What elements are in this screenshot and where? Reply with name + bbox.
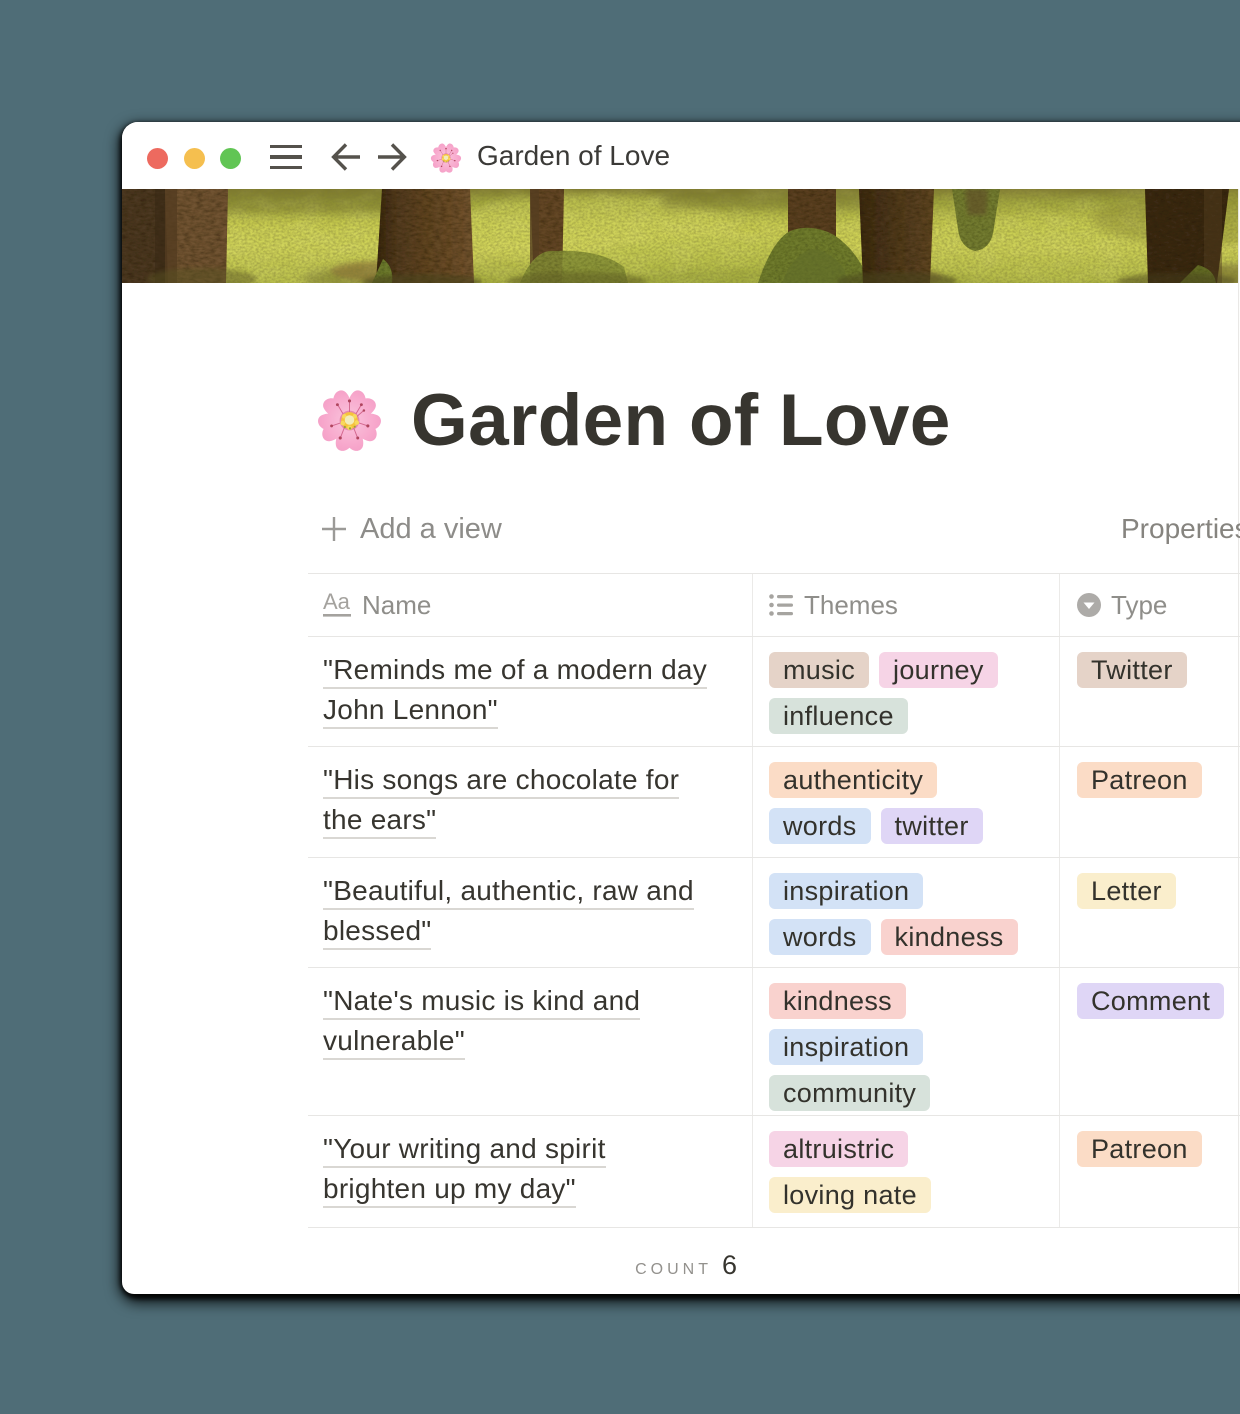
svg-text:Aa: Aa (323, 592, 351, 614)
